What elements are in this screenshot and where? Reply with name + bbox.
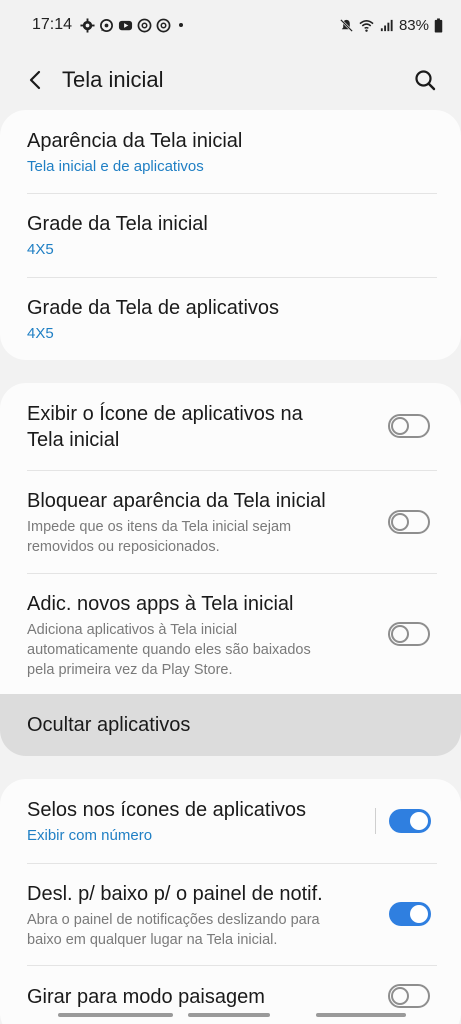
nav-handle-center[interactable] bbox=[188, 1013, 270, 1017]
setting-title: Tela inicial bbox=[27, 429, 120, 451]
setting-description: pela primeira vez da Play Store. bbox=[27, 662, 233, 678]
gear-icon bbox=[80, 17, 95, 33]
setting-title: Selos nos ícones de aplicativos bbox=[27, 799, 307, 821]
status-right: 83% bbox=[339, 17, 443, 34]
setting-title: Aparência da Tela inicial bbox=[27, 130, 243, 152]
setting-subtitle: 4X5 bbox=[27, 325, 54, 342]
setting-title: Adic. novos apps à Tela inicial bbox=[27, 593, 294, 615]
setting-apps-grid[interactable]: Grade da Tela de aplicativos 4X5 bbox=[27, 295, 437, 344]
setting-apps-button[interactable]: Exibir o Ícone de aplicativos na Tela in… bbox=[27, 401, 371, 453]
setting-title: Bloquear aparência da Tela inicial bbox=[27, 490, 326, 512]
setting-add-new-apps[interactable]: Adic. novos apps à Tela inicial Adiciona… bbox=[27, 591, 371, 680]
setting-subtitle: Exibir com número bbox=[27, 827, 153, 844]
mute-icon bbox=[339, 18, 354, 33]
settings-group-layout: Aparência da Tela inicial Tela inicial e… bbox=[0, 110, 461, 360]
status-bar: 17:14 83% bbox=[0, 0, 461, 50]
whatsapp-icon bbox=[99, 18, 114, 33]
toggle-knob bbox=[410, 812, 428, 830]
setting-description: Abra o painel de notificações deslizando… bbox=[27, 912, 320, 928]
nav-handle-left[interactable] bbox=[58, 1013, 173, 1017]
lock-layout-toggle[interactable] bbox=[388, 510, 430, 534]
setting-home-grid[interactable]: Grade da Tela inicial 4X5 bbox=[27, 211, 437, 260]
setting-description: Impede que os itens da Tela inicial seja… bbox=[27, 519, 292, 535]
setting-title: Exibir o Ícone de aplicativos na bbox=[27, 403, 303, 425]
add-new-apps-toggle[interactable] bbox=[388, 622, 430, 646]
toggle-knob bbox=[391, 417, 409, 435]
icon-badges-toggle[interactable] bbox=[389, 809, 431, 833]
status-left: 17:14 bbox=[32, 16, 184, 34]
setting-home-appearance[interactable]: Aparência da Tela inicial Tela inicial e… bbox=[27, 128, 437, 177]
divider bbox=[27, 573, 437, 574]
setting-rotate-landscape[interactable]: Girar para modo paisagem bbox=[27, 984, 371, 1010]
toggle-knob bbox=[391, 625, 409, 643]
apps-button-toggle[interactable] bbox=[388, 414, 430, 438]
back-button[interactable] bbox=[14, 58, 58, 102]
toggle-knob bbox=[391, 987, 409, 1005]
toggle-knob bbox=[410, 905, 428, 923]
setting-swipe-notifications[interactable]: Desl. p/ baixo p/ o painel de notif. Abr… bbox=[27, 881, 371, 950]
setting-subtitle: Tela inicial e de aplicativos bbox=[27, 158, 204, 175]
wifi-icon bbox=[359, 18, 374, 33]
setting-title: Ocultar aplicativos bbox=[27, 713, 191, 736]
toggle-knob bbox=[391, 513, 409, 531]
vertical-separator bbox=[375, 808, 376, 834]
nav-handle-right[interactable] bbox=[316, 1013, 406, 1017]
divider bbox=[27, 193, 437, 194]
page-title: Tela inicial bbox=[62, 67, 164, 92]
battery-icon bbox=[434, 17, 443, 33]
signal-icon bbox=[379, 18, 394, 33]
setting-title: Grade da Tela inicial bbox=[27, 213, 208, 235]
rotate-landscape-toggle[interactable] bbox=[388, 984, 430, 1008]
setting-icon-badges[interactable]: Selos nos ícones de aplicativos Exibir c… bbox=[27, 797, 361, 846]
setting-title: Grade da Tela de aplicativos bbox=[27, 297, 280, 319]
divider bbox=[27, 863, 437, 864]
settings-group-extra: Selos nos ícones de aplicativos Exibir c… bbox=[0, 779, 461, 1024]
app-bar: Tela inicial bbox=[0, 50, 461, 110]
setting-description: automaticamente quando eles são baixados bbox=[27, 642, 311, 658]
setting-title: Girar para modo paisagem bbox=[27, 986, 265, 1008]
search-icon bbox=[415, 70, 436, 91]
youtube-icon bbox=[118, 18, 133, 33]
battery-percent: 83% bbox=[398, 16, 429, 34]
status-time: 17:14 bbox=[32, 16, 73, 33]
setting-subtitle: 4X5 bbox=[27, 241, 54, 258]
navigation-bar bbox=[0, 1013, 461, 1019]
chrome-icon bbox=[137, 18, 152, 33]
swipe-notifications-toggle[interactable] bbox=[389, 902, 431, 926]
search-button[interactable] bbox=[403, 58, 447, 102]
setting-lock-layout[interactable]: Bloquear aparência da Tela inicial Imped… bbox=[27, 488, 371, 557]
setting-description: removidos ou reposicionados. bbox=[27, 539, 220, 555]
notification-dot-icon bbox=[179, 23, 184, 27]
setting-title: Desl. p/ baixo p/ o painel de notif. bbox=[27, 883, 323, 905]
setting-description: Adiciona aplicativos à Tela inicial bbox=[27, 622, 238, 638]
setting-description: baixo em qualquer lugar na Tela inicial. bbox=[27, 932, 278, 948]
back-arrow-icon bbox=[29, 70, 41, 90]
divider bbox=[27, 965, 437, 966]
divider bbox=[27, 470, 437, 471]
chrome-icon bbox=[156, 18, 171, 33]
divider bbox=[27, 277, 437, 278]
setting-hide-apps[interactable]: Ocultar aplicativos bbox=[0, 694, 461, 756]
